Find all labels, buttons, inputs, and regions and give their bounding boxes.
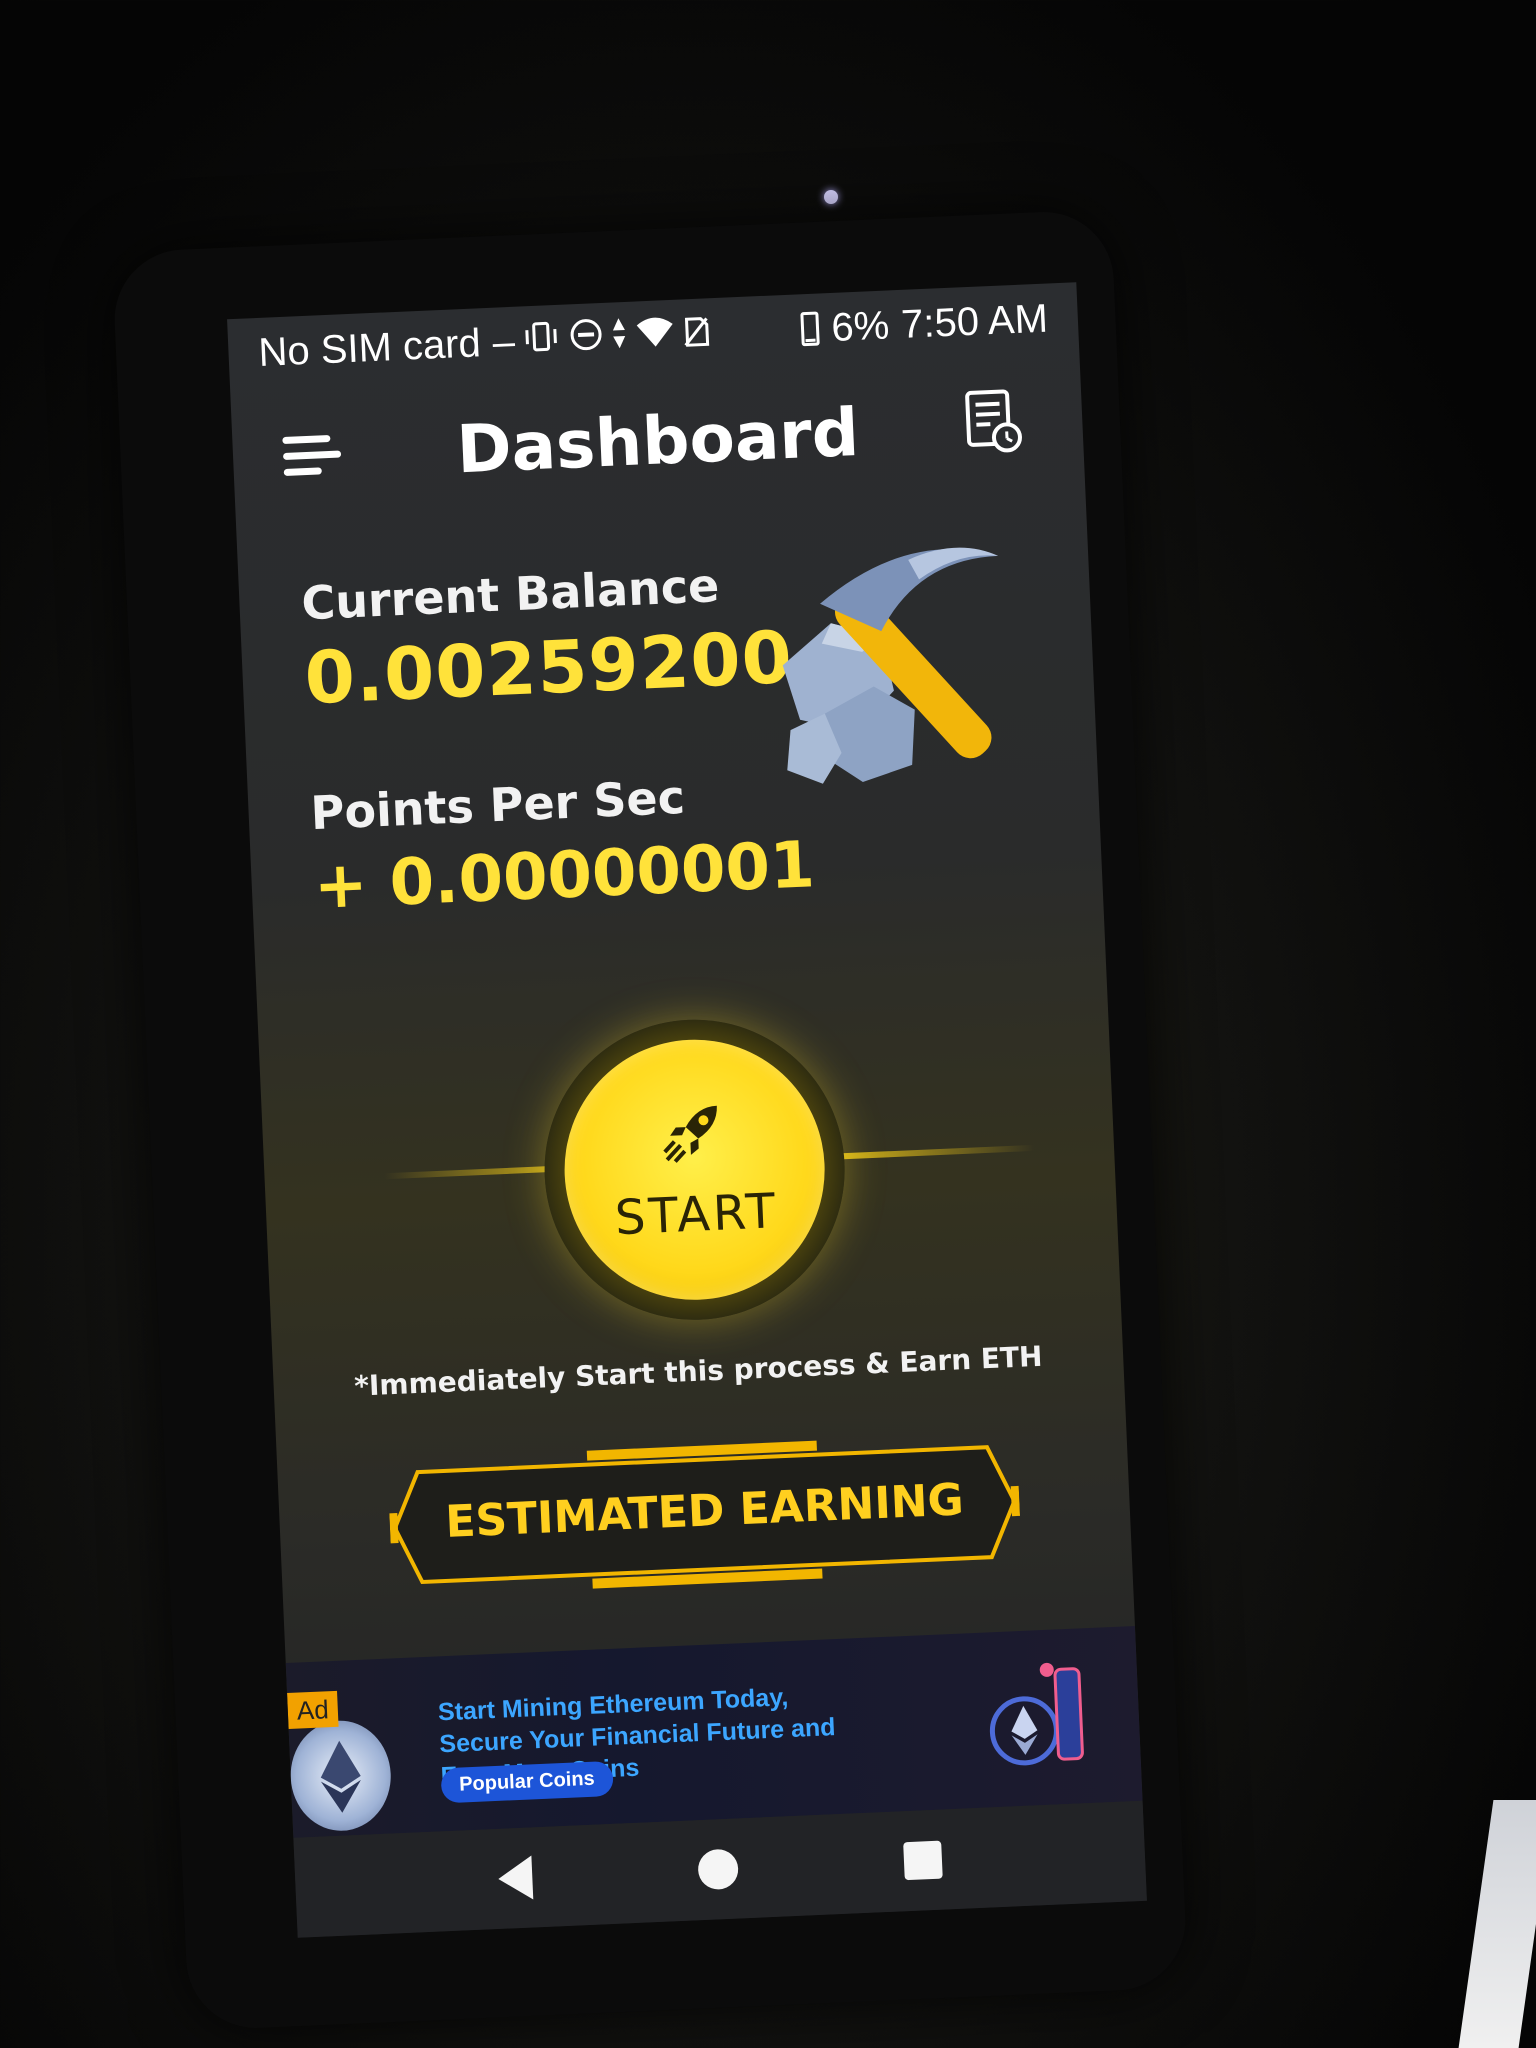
battery-icon (800, 311, 821, 347)
app-header: Dashboard (231, 362, 1085, 519)
vibrate-icon (520, 317, 562, 364)
ad-cta-button[interactable]: Popular Coins (440, 1760, 614, 1804)
data-arrows-icon (610, 314, 628, 360)
carrier-separator: – (491, 319, 516, 365)
status-right: 6% 7:50 AM (800, 296, 1049, 352)
clock: 7:50 AM (900, 296, 1049, 347)
rocket-icon (656, 1095, 729, 1168)
recent-apps-icon[interactable] (903, 1840, 943, 1881)
camera-sensor (824, 190, 838, 204)
home-icon[interactable] (697, 1848, 740, 1891)
ad-phone-ethereum-illustration (976, 1648, 1102, 1793)
carrier-text: No SIM card (257, 320, 482, 375)
start-label: START (613, 1183, 780, 1247)
page-title: Dashboard (455, 393, 861, 489)
back-icon[interactable] (497, 1855, 534, 1901)
wifi-icon (634, 312, 676, 359)
history-icon[interactable] (963, 387, 1024, 455)
ethereum-coin-icon (288, 1718, 394, 1833)
dnd-icon (568, 315, 604, 361)
estimated-earning-button[interactable]: ESTIMATED EARNING (387, 1426, 1023, 1603)
ad-badge: Ad (287, 1690, 339, 1729)
status-icons (520, 311, 710, 364)
background-object (1458, 1800, 1536, 2048)
no-sim-icon (682, 311, 710, 357)
points-value: + 0.00000001 (312, 828, 817, 925)
phone-screen: No SIM card – 6% 7:50 AM Dashboard Curre… (227, 282, 1147, 1938)
battery-percent: 6% (830, 302, 891, 350)
points-label: Points Per Sec (309, 769, 686, 841)
start-note: *Immediately Start this process & Earn E… (353, 1339, 1044, 1403)
balance-value: 0.00259200 (302, 615, 795, 721)
pickaxe-rocks-illustration (757, 534, 1048, 806)
start-area: START (258, 982, 1121, 1339)
balance-section: Current Balance 0.00259200 (300, 555, 794, 720)
points-section: Points Per Sec + 0.00000001 (310, 764, 817, 924)
